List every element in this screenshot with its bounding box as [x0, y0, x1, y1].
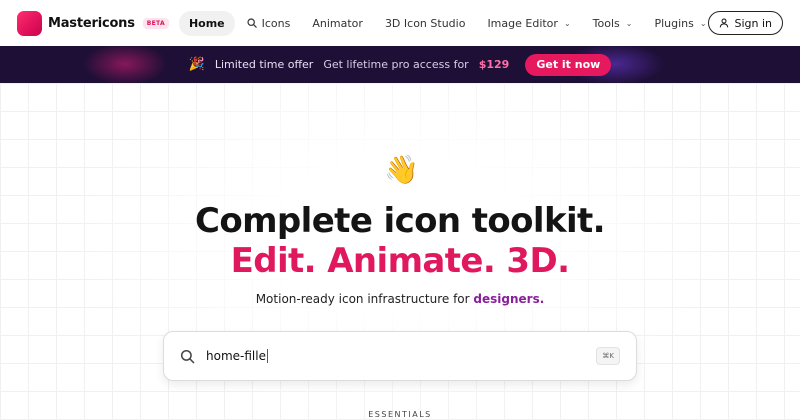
cta-label: Get it now: [536, 58, 601, 71]
hero-subline-highlight: designers.: [473, 292, 545, 306]
search-input-value: home-fille: [206, 349, 266, 363]
promo-text: Get lifetime pro access for: [323, 58, 469, 71]
nav-item-label: 3D Icon Studio: [384, 16, 466, 30]
nav-item-icons[interactable]: Icons: [237, 11, 301, 36]
nav-item-animator[interactable]: Animator: [302, 11, 373, 36]
nav-item-3d-icon-studio[interactable]: 3D Icon Studio: [375, 11, 476, 36]
search-icon: [180, 349, 195, 363]
promo-label: Limited time offer: [214, 58, 314, 71]
brand-name: Mastericons: [48, 15, 135, 31]
promo-price: $129: [478, 58, 510, 71]
search-input[interactable]: home-fille: [206, 349, 268, 363]
nav-item-plugins[interactable]: Plugins ⌄: [644, 11, 716, 36]
nav-item-label: Icons: [261, 16, 291, 30]
search-icon: [247, 18, 257, 28]
nav-item-label: Animator: [312, 16, 363, 30]
chevron-down-icon: ⌄: [563, 18, 571, 28]
sign-in-label: Sign in: [734, 16, 772, 30]
waving-hand-icon: 👋: [384, 153, 419, 186]
hero-subline: Motion-ready icon infrastructure for des…: [0, 292, 800, 306]
chevron-down-icon: ⌄: [699, 18, 707, 28]
nav-item-label: Image Editor: [487, 16, 558, 30]
brand-logo[interactable]: Mastericons BETA: [17, 10, 169, 36]
hero-headline: Complete icon toolkit.: [194, 201, 606, 241]
hero-subline-text: Motion-ready icon infrastructure for: [255, 292, 470, 306]
nav-menu: Home Icons Animator 3D Icon Studio Image…: [178, 10, 717, 36]
sign-in-button[interactable]: Sign in: [708, 11, 783, 35]
nav-item-image-editor[interactable]: Image Editor ⌄: [477, 11, 580, 36]
nav-item-label: Home: [188, 16, 225, 30]
chevron-down-icon: ⌄: [625, 18, 633, 28]
nav-item-label: Tools: [592, 16, 620, 30]
party-popper-icon: 🎉: [188, 57, 205, 72]
section-label-essentials: ESSENTIALS: [368, 410, 432, 419]
hero-headline-accent: Edit. Animate. 3D.: [230, 241, 570, 281]
nav-item-label: Plugins: [654, 16, 694, 30]
text-caret: [266, 349, 268, 363]
user-icon: [720, 18, 729, 28]
hero-section: 👋 Complete icon toolkit. Edit. Animate. …: [0, 83, 800, 420]
get-it-now-button[interactable]: Get it now: [525, 53, 612, 76]
beta-badge: BETA: [142, 17, 169, 29]
nav-item-home[interactable]: Home: [178, 10, 235, 36]
logo-mark-icon: [17, 10, 42, 36]
nav-item-tools[interactable]: Tools ⌄: [583, 11, 643, 36]
promo-banner: 🎉 Limited time offer Get lifetime pro ac…: [0, 46, 800, 83]
search-box[interactable]: home-fille ⌘K: [163, 331, 637, 381]
top-nav: Mastericons BETA Home Icons Animator 3D …: [0, 0, 800, 46]
keyboard-shortcut-badge: ⌘K: [596, 347, 620, 365]
